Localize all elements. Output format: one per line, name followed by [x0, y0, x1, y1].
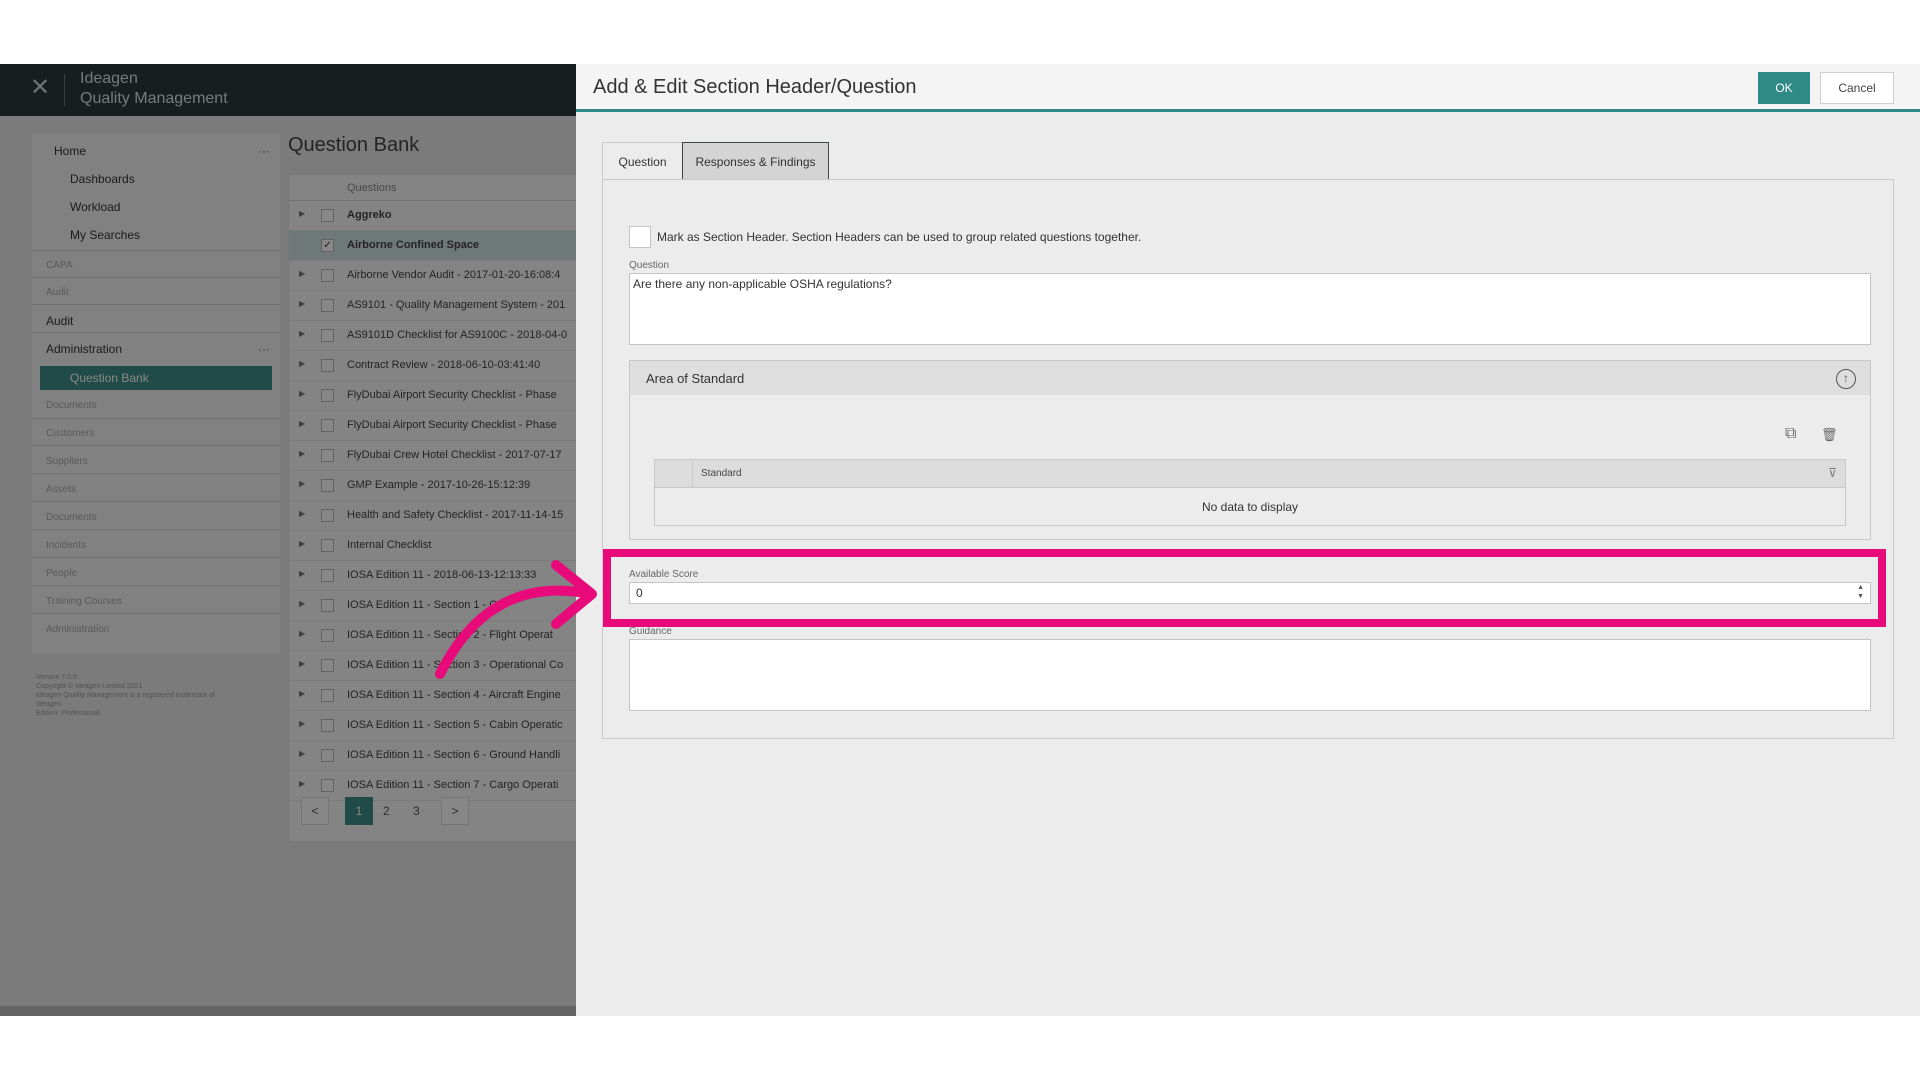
guidance-label: Guidance [629, 626, 672, 637]
cancel-button[interactable]: Cancel [1820, 72, 1894, 104]
standard-grid: Standard ⊽ No data to display [654, 459, 1846, 526]
filter-icon[interactable]: ⊽ [1828, 466, 1837, 480]
guidance-textarea[interactable] [629, 639, 1871, 711]
ok-button[interactable]: OK [1758, 72, 1810, 104]
screen: ✕ Ideagen Quality Management Home ··· Da… [0, 64, 1920, 1016]
highlight-box [603, 549, 1886, 627]
collapse-up-icon[interactable]: ↑ [1836, 369, 1856, 389]
section-header-label: Mark as Section Header. Section Headers … [657, 230, 1142, 244]
copy-icon[interactable]: ⧉ [1785, 425, 1796, 443]
delete-icon[interactable]: 🗑 [1821, 427, 1838, 443]
grid-select-column[interactable] [655, 460, 693, 488]
area-of-standard-header[interactable]: Area of Standard ↑ [630, 361, 1870, 395]
column-header-standard[interactable]: Standard [701, 468, 742, 479]
question-tab-panel: Mark as Section Header. Section Headers … [602, 179, 1894, 739]
area-of-standard-title: Area of Standard [646, 371, 745, 386]
dialog-title: Add & Edit Section Header/Question [593, 76, 917, 98]
question-field-label: Question [629, 260, 670, 271]
edit-question-dialog: Add & Edit Section Header/Question OK Ca… [576, 64, 1920, 1016]
question-textarea[interactable]: Are there any non-applicable OSHA regula… [629, 273, 1871, 345]
tab-question[interactable]: Question [602, 142, 683, 180]
empty-state-text: No data to display [1201, 500, 1299, 514]
section-header-checkbox[interactable] [629, 226, 651, 248]
grid-header: Standard ⊽ [655, 460, 1845, 488]
dialog-header: Add & Edit Section Header/Question OK Ca… [576, 64, 1920, 112]
tab-responses-findings[interactable]: Responses & Findings [682, 142, 829, 180]
area-of-standard-panel: Area of Standard ↑ ⧉ 🗑 Standard ⊽ No dat… [629, 360, 1871, 540]
